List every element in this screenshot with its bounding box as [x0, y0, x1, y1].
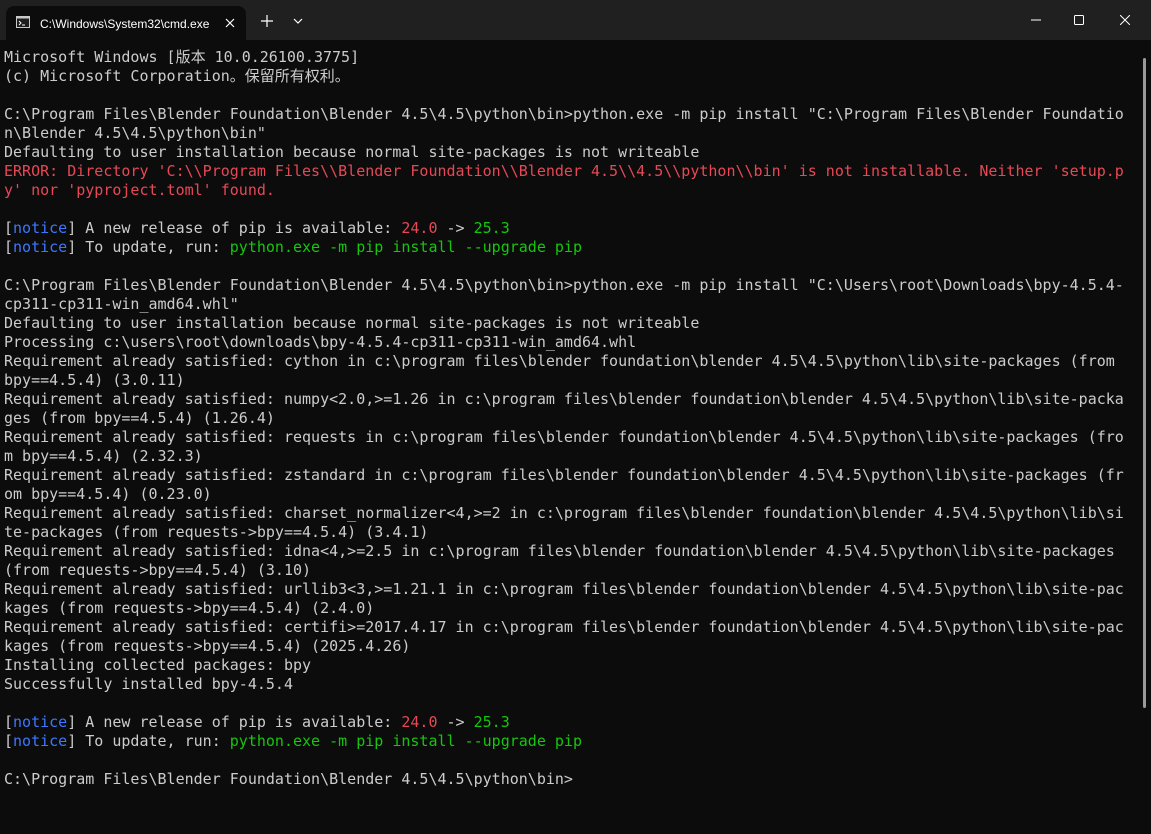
cmd-icon — [16, 16, 30, 28]
console-line: Successfully installed bpy-4.5.4 — [4, 675, 293, 693]
tab-title: C:\Windows\System32\cmd.exe — [40, 17, 210, 31]
console-line: Requirement already satisfied: requests … — [4, 428, 1124, 446]
console-line: Requirement already satisfied: charset_n… — [4, 504, 1124, 522]
console-line: bpy==4.5.4) (3.0.11) — [4, 371, 185, 389]
notice-tag: notice — [13, 219, 68, 237]
close-icon — [225, 18, 235, 28]
error-line: y' nor 'pyproject.toml' found. — [4, 181, 275, 199]
console-line: C:\Program Files\Blender Foundation\Blen… — [4, 276, 1124, 294]
new-version: 25.3 — [473, 219, 510, 237]
scrollbar-thumb[interactable] — [1143, 58, 1146, 708]
console-line: (c) Microsoft Corporation。保留所有权利。 — [4, 67, 350, 85]
console-line: (from requests->bpy==4.5.4) (3.10) — [4, 561, 312, 579]
chevron-down-icon — [293, 18, 303, 24]
console-line: Processing c:\users\root\downloads\bpy-4… — [4, 333, 637, 351]
vertical-scrollbar[interactable] — [1140, 40, 1151, 834]
old-version: 24.0 — [401, 219, 438, 237]
console-line: Requirement already satisfied: numpy<2.0… — [4, 390, 1124, 408]
console-line: te-packages (from requests->bpy==4.5.4) … — [4, 523, 429, 541]
console-line: C:\Program Files\Blender Foundation\Blen… — [4, 105, 1124, 123]
notice-tag: notice — [13, 732, 68, 750]
notice-line: [notice] To update, run: python.exe -m p… — [4, 732, 582, 750]
console-line: om bpy==4.5.4) (0.23.0) — [4, 485, 212, 503]
console-line: kages (from requests->bpy==4.5.4) (2.4.0… — [4, 599, 375, 617]
terminal-window: C:\Windows\System32\cmd.exe Microsoft Wi… — [0, 0, 1151, 834]
notice-tag: notice — [13, 238, 68, 256]
command-prompt[interactable]: C:\Program Files\Blender Foundation\Blen… — [4, 770, 573, 789]
console-line: kages (from requests->bpy==4.5.4) (2025.… — [4, 637, 411, 655]
maximize-button[interactable] — [1056, 0, 1102, 40]
upgrade-command: python.exe -m pip install --upgrade pip — [229, 732, 582, 750]
console-line: Requirement already satisfied: certifi>=… — [4, 618, 1124, 636]
console-line: cp311-cp311-win_amd64.whl" — [4, 295, 239, 313]
console-line: Defaulting to user installation because … — [4, 314, 700, 332]
minimize-button[interactable] — [1013, 0, 1059, 40]
console-line: Requirement already satisfied: urllib3<3… — [4, 580, 1124, 598]
close-icon — [1120, 15, 1130, 25]
console-line: Microsoft Windows [版本 10.0.26100.3775] — [4, 48, 360, 66]
new-version: 25.3 — [473, 713, 510, 731]
console-output[interactable]: Microsoft Windows [版本 10.0.26100.3775] (… — [0, 40, 1140, 834]
notice-tag: notice — [13, 713, 68, 731]
maximize-icon — [1074, 15, 1084, 25]
notice-line: [notice] To update, run: python.exe -m p… — [4, 238, 582, 256]
tab-cmd[interactable]: C:\Windows\System32\cmd.exe — [6, 6, 246, 40]
console-line: Installing collected packages: bpy — [4, 656, 312, 674]
console-line: Requirement already satisfied: zstandard… — [4, 466, 1124, 484]
console-line: Requirement already satisfied: idna<4,>=… — [4, 542, 1115, 560]
old-version: 24.0 — [401, 713, 438, 731]
close-button[interactable] — [1102, 0, 1148, 40]
notice-line: [notice] A new release of pip is availab… — [4, 713, 510, 731]
notice-line: [notice] A new release of pip is availab… — [4, 219, 510, 237]
console-line: n\Blender 4.5\4.5\python\bin" — [4, 124, 266, 142]
console-line: Defaulting to user installation because … — [4, 143, 700, 161]
console-line: m bpy==4.5.4) (2.32.3) — [4, 447, 203, 465]
tab-close-button[interactable] — [222, 15, 238, 31]
console-line: Requirement already satisfied: cython in… — [4, 352, 1115, 370]
error-line: ERROR: Directory 'C:\\Program Files\\Ble… — [4, 162, 1124, 180]
tab-dropdown-button[interactable] — [287, 10, 309, 32]
plus-icon — [261, 15, 273, 27]
minimize-icon — [1031, 19, 1041, 21]
upgrade-command: python.exe -m pip install --upgrade pip — [229, 238, 582, 256]
console-line: ges (from bpy==4.5.4) (1.26.4) — [4, 409, 275, 427]
new-tab-button[interactable] — [256, 10, 278, 32]
title-bar[interactable]: C:\Windows\System32\cmd.exe — [0, 0, 1151, 40]
